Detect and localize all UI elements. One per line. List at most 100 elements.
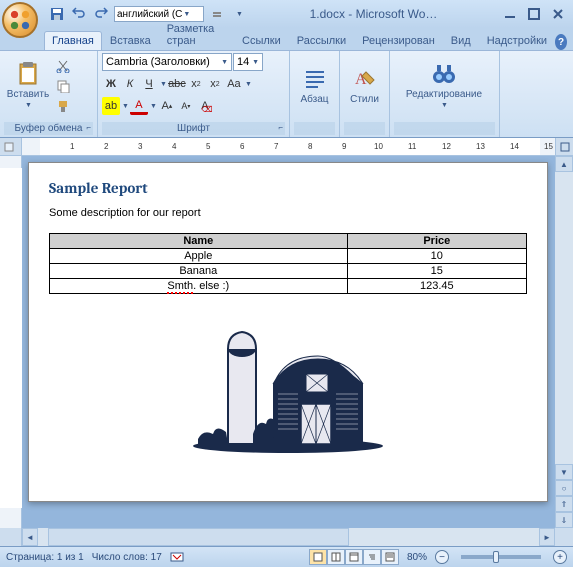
window-title: 1.docx - Microsoft Wo…: [248, 7, 499, 21]
word-count[interactable]: Число слов: 17: [92, 552, 162, 563]
document-area: Sample Report Some description for our r…: [0, 156, 573, 528]
tab-home[interactable]: Главная: [44, 31, 102, 50]
print-layout-view[interactable]: [309, 549, 327, 565]
tab-addins[interactable]: Надстройки: [479, 31, 555, 50]
paragraph-icon: [302, 66, 328, 92]
italic-button[interactable]: К: [121, 75, 139, 93]
page-status[interactable]: Страница: 1 из 1: [6, 552, 84, 563]
view-buttons: [309, 549, 399, 565]
browse-object-button[interactable]: ○: [555, 480, 573, 496]
format-painter-icon[interactable]: [54, 97, 72, 115]
zoom-in-button[interactable]: +: [553, 550, 567, 564]
shrink-font-button[interactable]: A▾: [177, 97, 195, 115]
subscript-button[interactable]: x2: [187, 75, 205, 93]
next-page-button[interactable]: ⇓: [555, 512, 573, 528]
font-size-select[interactable]: 14▼: [233, 53, 263, 71]
titlebar: английский (С▼ ▼ 1.docx - Microsoft Wo…: [0, 0, 573, 28]
tab-insert[interactable]: Вставка: [102, 31, 159, 50]
col-price: Price: [347, 234, 526, 249]
document-page[interactable]: Sample Report Some description for our r…: [28, 162, 548, 502]
barn-clipart: [188, 304, 388, 454]
outline-view[interactable]: [363, 549, 381, 565]
svg-text:12: 12: [442, 142, 451, 151]
scroll-up-button[interactable]: ▲: [555, 156, 573, 172]
horizontal-scrollbar[interactable]: ◄ ►: [22, 528, 555, 546]
tab-mailings[interactable]: Рассылки: [289, 31, 354, 50]
help-icon[interactable]: ?: [555, 34, 567, 50]
styles-label: Стили: [350, 94, 379, 105]
zoom-out-button[interactable]: −: [435, 550, 449, 564]
styles-group-label: [344, 122, 385, 135]
paste-button[interactable]: Вставить ▼: [4, 53, 52, 117]
font-name-text: Cambria (Заголовки): [106, 56, 210, 68]
cut-icon[interactable]: [54, 57, 72, 75]
svg-text:10: 10: [374, 142, 383, 151]
spelling-error: Smth: [167, 280, 193, 294]
editing-button[interactable]: Редактирование ▼: [394, 53, 494, 117]
svg-text:4: 4: [172, 142, 177, 151]
binoculars-icon: [431, 61, 457, 87]
svg-text:6: 6: [240, 142, 245, 151]
highlight-button[interactable]: ab: [102, 97, 120, 115]
redo-icon[interactable]: [92, 5, 110, 23]
font-name-select[interactable]: Cambria (Заголовки)▼: [102, 53, 232, 71]
minimize-button[interactable]: [499, 5, 521, 23]
doc-heading: Sample Report: [49, 179, 527, 197]
strike-button[interactable]: abc: [168, 75, 186, 93]
scroll-track[interactable]: [555, 172, 573, 464]
paragraph-button[interactable]: Абзац: [294, 53, 335, 117]
table-row: Apple10: [50, 249, 527, 264]
horizontal-ruler[interactable]: 123456789101112131415: [0, 138, 573, 156]
ribbon: Вставить ▼ Буфер обмена⌐ Cambria (Заголо…: [0, 50, 573, 138]
office-button[interactable]: [2, 2, 38, 38]
svg-text:2: 2: [104, 142, 109, 151]
scroll-down-button[interactable]: ▼: [555, 464, 573, 480]
clear-formatting-button[interactable]: A⌫: [196, 97, 214, 115]
undo-icon[interactable]: [70, 5, 88, 23]
close-button[interactable]: [547, 5, 569, 23]
save-icon[interactable]: [48, 5, 66, 23]
prev-page-button[interactable]: ⇑: [555, 496, 573, 512]
font-color-button[interactable]: A: [130, 97, 148, 115]
zoom-thumb[interactable]: [493, 551, 499, 563]
web-view[interactable]: [345, 549, 363, 565]
page-viewport[interactable]: Sample Report Some description for our r…: [22, 156, 555, 528]
font-size-text: 14: [237, 56, 249, 68]
tab-view[interactable]: Вид: [443, 31, 479, 50]
tab-layout[interactable]: Разметка стран: [159, 19, 234, 50]
table-row: Smth. else :)123.45: [50, 279, 527, 294]
svg-text:15: 15: [544, 142, 553, 151]
superscript-button[interactable]: x2: [206, 75, 224, 93]
svg-text:8: 8: [308, 142, 313, 151]
table-row: Banana15: [50, 264, 527, 279]
svg-text:5: 5: [206, 142, 211, 151]
zoom-slider[interactable]: [461, 555, 541, 559]
font-launcher[interactable]: ⌐: [278, 123, 283, 132]
bold-button[interactable]: Ж: [102, 75, 120, 93]
tab-review[interactable]: Рецензирован: [354, 31, 443, 50]
tab-references[interactable]: Ссылки: [234, 31, 289, 50]
font-group-label: Шрифт⌐: [102, 122, 285, 135]
vertical-scrollbar[interactable]: ▲ ▼ ○ ⇑ ⇓: [555, 156, 573, 528]
change-case-button[interactable]: Aa: [225, 75, 243, 93]
draft-view[interactable]: [381, 549, 399, 565]
scroll-track-h[interactable]: [38, 528, 539, 546]
reading-view[interactable]: [327, 549, 345, 565]
vertical-ruler[interactable]: [0, 156, 22, 528]
maximize-button[interactable]: [523, 5, 545, 23]
styles-button[interactable]: A Стили: [344, 53, 385, 117]
report-table: Name Price Apple10 Banana15 Smth. else :…: [49, 233, 527, 294]
svg-text:3: 3: [138, 142, 143, 151]
copy-icon[interactable]: [54, 77, 72, 95]
statusbar: Страница: 1 из 1 Число слов: 17 80% − +: [0, 546, 573, 567]
grow-font-button[interactable]: A▴: [158, 97, 176, 115]
scroll-left-button[interactable]: ◄: [22, 528, 38, 546]
editing-group-label: [394, 122, 495, 135]
clipboard-launcher[interactable]: ⌐: [86, 123, 91, 132]
language-status-icon[interactable]: [170, 550, 184, 565]
underline-button[interactable]: Ч: [140, 75, 158, 93]
zoom-level[interactable]: 80%: [407, 552, 427, 563]
scroll-right-button[interactable]: ►: [539, 528, 555, 546]
svg-text:9: 9: [342, 142, 347, 151]
clipboard-group-label: Буфер обмена⌐: [4, 122, 93, 135]
